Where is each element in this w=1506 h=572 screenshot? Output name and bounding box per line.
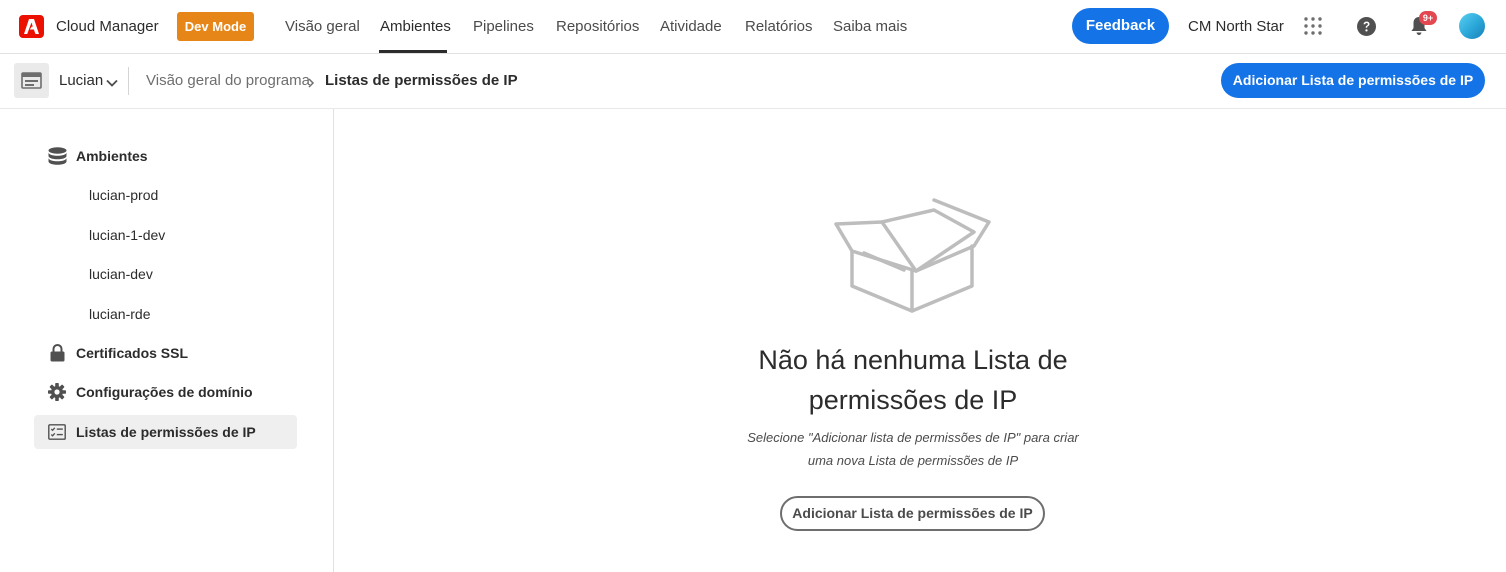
sidebar-item-ip-allowlists[interactable]: Listas de permissões de IP (34, 415, 297, 449)
nav-pipelines[interactable]: Pipelines (473, 18, 534, 35)
notification-badge: 9+ (1419, 11, 1437, 25)
empty-box-icon (834, 196, 994, 319)
chevron-down-icon[interactable] (106, 74, 118, 92)
nav-environments[interactable]: Ambientes (380, 18, 451, 35)
nav-repositories[interactable]: Repositórios (556, 18, 639, 35)
empty-state-description-line: uma nova Lista de permissões de IP (807, 453, 1019, 468)
sidebar-item-environments[interactable]: Ambientes (34, 139, 297, 173)
app-name[interactable]: Cloud Manager (56, 18, 159, 35)
breadcrumb-program-overview[interactable]: Visão geral do programa (146, 72, 310, 89)
adobe-logo-icon[interactable] (19, 15, 44, 38)
nav-reports[interactable]: Relatórios (745, 18, 813, 35)
nav-overview[interactable]: Visão geral (285, 18, 360, 35)
divider (128, 67, 129, 95)
sidebar-env-lucian-prod[interactable]: lucian-prod (89, 187, 158, 203)
sidebar-item-domain-settings[interactable]: Configurações de domínio (34, 375, 297, 409)
checklist-icon (48, 424, 66, 445)
apps-grid-icon[interactable] (1304, 17, 1322, 40)
dev-mode-badge[interactable]: Dev Mode (177, 12, 254, 41)
nav-activity[interactable]: Atividade (660, 18, 722, 35)
add-ip-allowlist-button[interactable]: Adicionar Lista de permissões de IP (1221, 63, 1485, 98)
org-switcher[interactable]: CM North Star (1188, 18, 1284, 35)
program-icon (14, 63, 49, 98)
top-bar: Cloud Manager Dev Mode Visão geral Ambie… (0, 0, 1506, 54)
nav-learn-more[interactable]: Saiba mais (833, 18, 907, 35)
sidebar-env-lucian-1-dev[interactable]: lucian-1-dev (89, 227, 165, 243)
empty-state-description: Selecione "Adicionar lista de permissões… (720, 426, 1106, 472)
program-switcher[interactable]: Lucian (59, 72, 103, 89)
empty-state-title-line: permissões de IP (808, 385, 1018, 415)
database-icon (48, 147, 67, 170)
empty-state-title-line: Não há nenhuma Lista de (758, 345, 1068, 375)
program-bar: Lucian Visão geral do programa Listas de… (0, 54, 1506, 109)
chevron-right-icon (307, 75, 315, 93)
feedback-button[interactable]: Feedback (1072, 8, 1169, 44)
sidebar: Ambientes lucian-prod lucian-1-dev lucia… (0, 109, 334, 572)
sidebar-item-label: Ambientes (76, 148, 148, 164)
gear-icon (48, 383, 66, 406)
sidebar-env-lucian-rde[interactable]: lucian-rde (89, 306, 150, 322)
active-nav-indicator (379, 50, 447, 53)
sidebar-item-label: Certificados SSL (76, 345, 189, 361)
breadcrumb-current: Listas de permissões de IP (325, 72, 518, 89)
help-icon[interactable] (1357, 17, 1376, 41)
lock-icon (50, 343, 65, 367)
sidebar-item-ssl-certificates[interactable]: Certificados SSL (34, 336, 297, 370)
user-avatar[interactable] (1459, 13, 1485, 39)
empty-state-description-line: Selecione "Adicionar lista de permissões… (747, 430, 1079, 445)
add-ip-allowlist-empty-button[interactable]: Adicionar Lista de permissões de IP (780, 496, 1045, 531)
sidebar-env-lucian-dev[interactable]: lucian-dev (89, 266, 153, 282)
empty-state-title: Não há nenhuma Lista de permissões de IP (714, 340, 1112, 420)
sidebar-item-label: Listas de permissões de IP (76, 424, 256, 440)
sidebar-item-label: Configurações de domínio (76, 384, 253, 400)
